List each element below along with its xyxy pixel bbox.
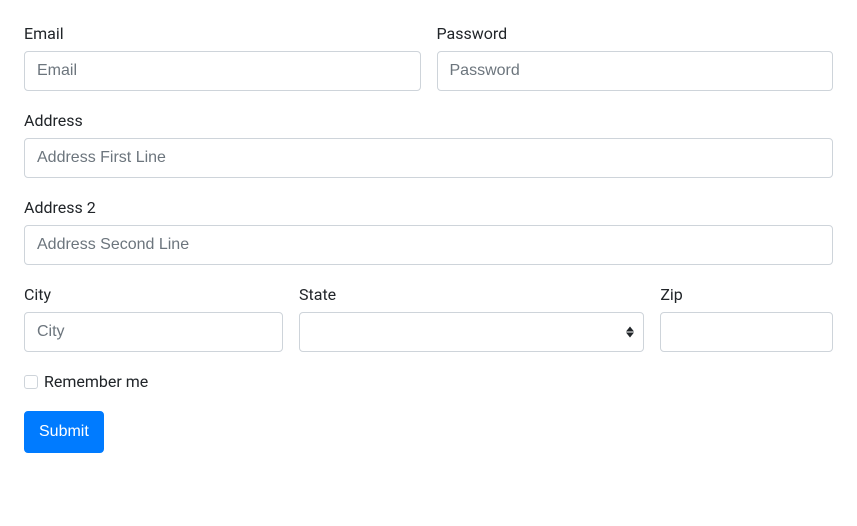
state-group: State xyxy=(299,285,644,352)
remember-checkbox[interactable] xyxy=(24,375,38,389)
address-field[interactable] xyxy=(24,138,833,178)
city-group: City xyxy=(24,285,283,352)
password-field[interactable] xyxy=(437,51,834,91)
submit-button[interactable]: Submit xyxy=(24,411,104,453)
address2-field[interactable] xyxy=(24,225,833,265)
remember-label[interactable]: Remember me xyxy=(44,372,148,391)
address-label: Address xyxy=(24,111,833,130)
email-label: Email xyxy=(24,24,421,43)
state-label: State xyxy=(299,285,644,304)
city-label: City xyxy=(24,285,283,304)
address-group: Address xyxy=(24,111,833,178)
zip-field[interactable] xyxy=(660,312,833,352)
zip-group: Zip xyxy=(660,285,833,352)
password-label: Password xyxy=(437,24,834,43)
address2-label: Address 2 xyxy=(24,198,833,217)
address-form: Email Password Address Address 2 City St… xyxy=(24,24,833,453)
email-group: Email xyxy=(24,24,421,91)
city-field[interactable] xyxy=(24,312,283,352)
address2-group: Address 2 xyxy=(24,198,833,265)
email-field[interactable] xyxy=(24,51,421,91)
zip-label: Zip xyxy=(660,285,833,304)
password-group: Password xyxy=(437,24,834,91)
remember-row: Remember me xyxy=(24,372,833,391)
state-select[interactable] xyxy=(299,312,644,352)
